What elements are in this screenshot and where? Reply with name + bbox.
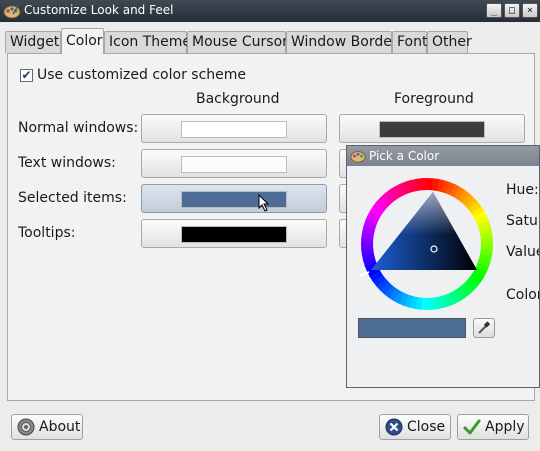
- foreground-column-header: Foreground: [394, 91, 474, 107]
- tab-window-border[interactable]: Window Border: [286, 31, 398, 53]
- row-label-text-windows: Text windows:: [18, 155, 116, 171]
- window-title: Customize Look and Feel: [24, 3, 174, 17]
- color-swatch: [181, 226, 287, 243]
- current-color-swatch: [358, 318, 466, 338]
- tab-color[interactable]: Color: [61, 28, 104, 54]
- apply-label: Apply: [485, 419, 525, 435]
- tab-other[interactable]: Other: [427, 31, 472, 53]
- close-icon: [385, 418, 403, 436]
- saturation-label: Satur: [506, 213, 540, 229]
- color-swatch: [181, 121, 287, 138]
- close-label: Close: [407, 419, 446, 435]
- color-swatch: [181, 191, 287, 208]
- checkmark-icon: [463, 419, 481, 435]
- pick-color-title: Pick a Color: [369, 149, 440, 163]
- tab-icon-theme[interactable]: Icon Theme: [104, 31, 191, 53]
- text-windows-background-button[interactable]: [141, 149, 327, 178]
- maximize-button[interactable]: □: [504, 3, 520, 18]
- palette-icon: [3, 3, 21, 19]
- color-name-label: Color: [506, 287, 540, 303]
- eyedropper-icon: [478, 321, 491, 334]
- minimize-button[interactable]: _: [486, 3, 502, 18]
- close-button[interactable]: Close: [379, 414, 451, 440]
- about-icon: [17, 418, 35, 436]
- pick-color-titlebar: Pick a Color: [347, 146, 539, 166]
- normal-windows-background-button[interactable]: [141, 114, 327, 143]
- row-label-normal-windows: Normal windows:: [18, 120, 139, 136]
- row-label-tooltips: Tooltips:: [18, 225, 76, 241]
- mouse-pointer-icon: [258, 194, 270, 212]
- background-column-header: Background: [196, 91, 280, 107]
- hue-ring-segment: [480, 238, 493, 245]
- hue-ring-segment: [361, 243, 374, 250]
- eyedropper-button[interactable]: [473, 318, 495, 338]
- palette-icon: [350, 151, 366, 163]
- pick-color-dialog: Pick a Color Hue: Satur Value Color: [346, 145, 540, 388]
- tab-widget[interactable]: Widget: [5, 31, 61, 53]
- checkbox-check-icon: ✔: [20, 68, 33, 82]
- hue-ring-segment: [421, 178, 428, 191]
- about-label: About: [39, 419, 81, 435]
- tab-mouse-cursor[interactable]: Mouse Cursor: [187, 31, 288, 53]
- row-label-selected-items: Selected items:: [18, 190, 127, 206]
- about-button[interactable]: About: [11, 414, 83, 440]
- use-custom-scheme-label: Use customized color scheme: [37, 67, 247, 83]
- hue-label: Hue:: [506, 182, 539, 198]
- hue-ring-segment: [426, 297, 433, 310]
- window-titlebar: Customize Look and Feel _ □ ×: [0, 0, 540, 22]
- selected-items-background-button[interactable]: [141, 184, 327, 213]
- hue-wheel[interactable]: [357, 174, 497, 314]
- color-swatch: [181, 156, 287, 173]
- apply-button[interactable]: Apply: [457, 414, 529, 440]
- value-label: Value: [506, 244, 539, 260]
- color-swatch: [379, 121, 485, 138]
- normal-windows-foreground-button[interactable]: [339, 114, 525, 143]
- tooltips-background-button[interactable]: [141, 219, 327, 248]
- tab-font[interactable]: Font: [392, 31, 427, 53]
- close-window-button[interactable]: ×: [522, 3, 538, 18]
